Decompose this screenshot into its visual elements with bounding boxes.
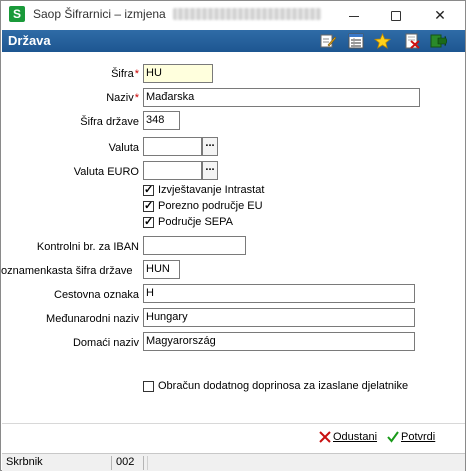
confirm-button[interactable]: Potvrdi — [387, 431, 435, 447]
troznamenkasta-input[interactable]: HUN — [143, 260, 180, 279]
delete-icon[interactable] — [404, 33, 421, 49]
sepa-label: Područje SEPA — [158, 216, 234, 229]
bottom-divider — [2, 423, 465, 424]
intrastat-label: Izvještavanje Intrastat — [158, 184, 265, 197]
kontrolni-iban-label: Kontrolni br. za IBAN — [36, 241, 139, 253]
obracun-checkbox[interactable] — [143, 380, 154, 392]
porezno-eu-checkbox[interactable] — [143, 199, 154, 212]
minimize-icon — [349, 15, 359, 17]
app-icon: S — [9, 6, 25, 22]
close-button[interactable]: ✕ — [419, 1, 461, 29]
window-title: Saop Šifrarnici – izmjena — [33, 7, 166, 21]
maximize-button[interactable] — [375, 1, 417, 29]
sifra-drzave-input[interactable]: 348 — [143, 111, 180, 130]
valuta-euro-lookup-button[interactable]: ... — [202, 161, 218, 180]
sifra-label: Šifra* — [111, 68, 139, 80]
domaci-naziv-input[interactable]: Magyarország — [143, 332, 415, 351]
close-icon: ✕ — [434, 7, 446, 23]
status-user: Skrbnik — [4, 456, 112, 470]
redacted-title-part — [173, 8, 321, 20]
cancel-x-icon — [319, 431, 331, 443]
intrastat-checkbox-row[interactable]: Izvještavanje Intrastat — [143, 183, 265, 198]
form-title: Država — [8, 33, 51, 48]
troznamenkasta-label: oznamenkasta šifra države — [1, 265, 133, 277]
valuta-input[interactable] — [143, 137, 202, 156]
list-icon[interactable] — [348, 33, 365, 49]
form-header: Država — [2, 30, 465, 52]
checkmark-icon — [387, 431, 399, 443]
sifra-input[interactable]: HU — [143, 64, 213, 83]
obracun-checkbox-row[interactable]: Obračun dodatnog doprinosa za izaslane d… — [143, 380, 408, 394]
valuta-euro-label: Valuta EURO — [73, 166, 139, 178]
star-icon[interactable] — [374, 33, 391, 49]
cestovna-oznaka-label: Cestovna oznaka — [54, 289, 139, 301]
porezno-eu-label: Porezno područje EU — [158, 200, 263, 213]
cancel-button[interactable]: Odustani — [319, 431, 377, 447]
status-code: 002 — [114, 456, 144, 470]
edit-icon[interactable] — [320, 33, 337, 49]
naziv-label: Naziv* — [106, 92, 139, 104]
kontrolni-iban-input[interactable] — [143, 236, 246, 255]
medunarodni-naziv-label: Međunarodni naziv — [46, 313, 139, 325]
valuta-euro-input[interactable] — [143, 161, 202, 180]
sepa-checkbox[interactable] — [143, 215, 154, 228]
obracun-label: Obračun dodatnog doprinosa za izaslane d… — [158, 380, 409, 393]
intrastat-checkbox[interactable] — [143, 183, 154, 196]
porezno-checkbox-row[interactable]: Porezno područje EU — [143, 199, 263, 214]
status-info — [147, 456, 463, 470]
cestovna-oznaka-input[interactable]: H — [143, 284, 415, 303]
title-bar: S Saop Šifrarnici – izmjena ✕ — [1, 1, 465, 29]
dialog-window: S Saop Šifrarnici – izmjena ✕ Država Šif… — [0, 0, 466, 471]
sepa-checkbox-row[interactable]: Područje SEPA — [143, 215, 234, 230]
domaci-naziv-label: Domaći naziv — [72, 337, 139, 349]
valuta-lookup-button[interactable]: ... — [202, 137, 218, 156]
valuta-label: Valuta — [108, 142, 139, 154]
sifra-drzave-label: Šifra države — [80, 116, 139, 128]
naziv-input[interactable]: Mađarska — [143, 88, 420, 107]
exit-icon[interactable] — [430, 33, 447, 49]
medunarodni-naziv-input[interactable]: Hungary — [143, 308, 415, 327]
maximize-icon — [391, 11, 401, 22]
status-bar: Skrbnik 002 — [2, 453, 465, 471]
minimize-button[interactable] — [333, 1, 375, 29]
